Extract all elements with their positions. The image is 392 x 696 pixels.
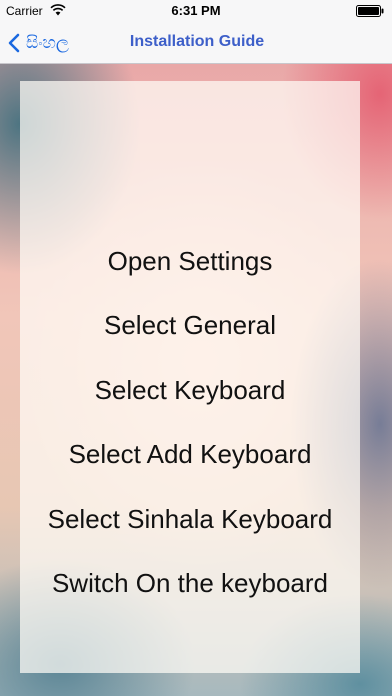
step-select-add-keyboard: Select Add Keyboard (68, 439, 312, 470)
status-time: 6:31 PM (171, 3, 221, 18)
step-select-sinhala-keyboard: Select Sinhala Keyboard (47, 503, 333, 534)
battery-icon (356, 5, 384, 17)
step-select-general: Select General (104, 310, 276, 341)
navigation-bar: සිංහල Installation Guide (0, 22, 392, 64)
status-bar: Carrier 6:31 PM (0, 0, 392, 22)
content-area: Open Settings Select General Select Keyb… (0, 64, 392, 696)
page-title: Installation Guide (129, 33, 265, 50)
step-switch-on-keyboard: Switch On the keyboard (51, 568, 329, 599)
steps-list: Open Settings Select General Select Keyb… (20, 229, 360, 616)
instructions-panel: Open Settings Select General Select Keyb… (20, 81, 360, 673)
step-select-keyboard: Select Keyboard (94, 374, 286, 405)
step-open-settings: Open Settings (107, 245, 273, 276)
